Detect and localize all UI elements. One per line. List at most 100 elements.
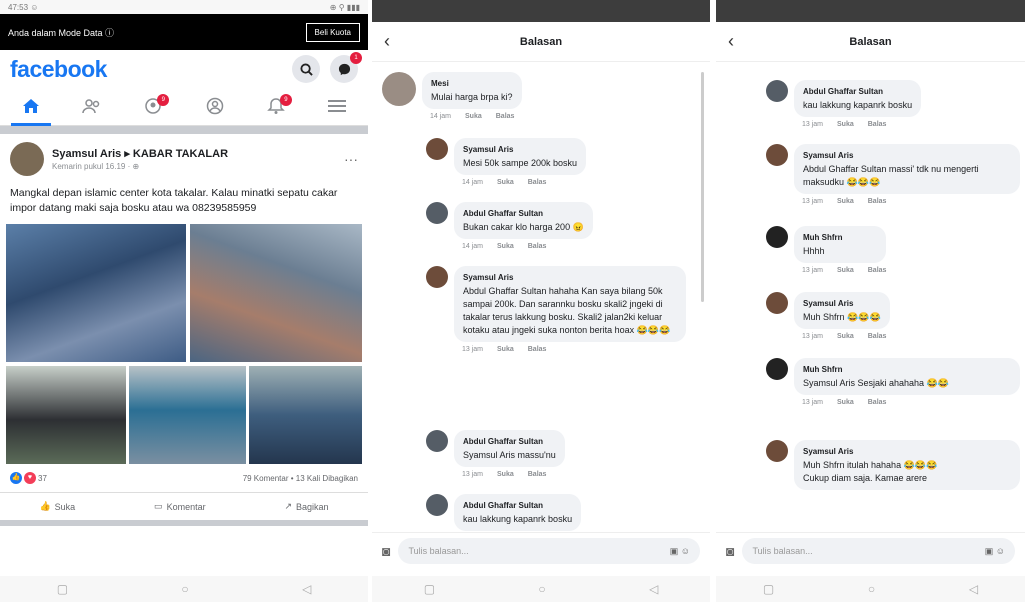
home-circle-icon[interactable]: ○	[538, 582, 545, 596]
comment-bubble[interactable]: Mesi Mulai harga brpa ki?	[422, 72, 522, 109]
avatar[interactable]	[426, 430, 448, 452]
buy-quota-button[interactable]: Beli Kuota	[305, 22, 360, 42]
reply-link[interactable]: Balas	[528, 471, 547, 478]
like-link[interactable]: Suka	[497, 346, 514, 353]
reply-link[interactable]: Balas	[868, 198, 887, 205]
search-icon[interactable]	[292, 55, 320, 83]
comment-author[interactable]: Syamsul Aris	[463, 143, 577, 156]
comment-author[interactable]: Syamsul Aris	[803, 297, 881, 310]
comment-author[interactable]: Syamsul Aris	[803, 149, 1011, 162]
reply-input[interactable]: Tulis balasan... ▣ ☺	[398, 537, 700, 564]
photo-4[interactable]	[129, 366, 246, 464]
reply-input[interactable]: Tulis balasan... ▣ ☺	[742, 537, 1015, 564]
comment-bubble[interactable]: Abdul Ghaffar Sultan kau lakkung kapanrk…	[454, 494, 582, 531]
comment-bubble[interactable]: Abdul Ghaffar Sultan Syamsul Aris massu'…	[454, 430, 565, 467]
recent-apps-icon[interactable]: ▢	[763, 582, 774, 596]
comment-bubble[interactable]: Syamsul Aris Abdul Ghaffar Sultan massi'…	[794, 144, 1020, 194]
photo-5[interactable]	[249, 366, 362, 464]
like-link[interactable]: Suka	[497, 179, 514, 186]
tab-home[interactable]	[10, 88, 51, 126]
avatar[interactable]	[766, 80, 788, 102]
reply-link[interactable]: Balas	[528, 179, 547, 186]
camera-icon[interactable]: ◙	[726, 543, 734, 559]
avatar[interactable]	[766, 440, 788, 462]
avatar[interactable]	[382, 72, 416, 106]
reply-link[interactable]: Balas	[868, 399, 887, 406]
comment-bubble[interactable]: Abdul Ghaffar Sultan kau lakkung kapanrk…	[794, 80, 922, 117]
recent-apps-icon[interactable]: ▢	[57, 582, 68, 596]
messenger-icon[interactable]: 1	[330, 52, 362, 83]
back-arrow-icon[interactable]: ‹	[728, 31, 758, 52]
comment-author[interactable]: Abdul Ghaffar Sultan	[463, 435, 556, 448]
tab-profile[interactable]	[195, 88, 235, 126]
home-circle-icon[interactable]: ○	[181, 582, 188, 596]
reply-link[interactable]: Balas	[528, 243, 547, 250]
camera-icon[interactable]: ◙	[382, 543, 390, 559]
gif-sticker-icons[interactable]: ▣ ☺	[670, 538, 690, 564]
scrollbar[interactable]	[701, 72, 704, 302]
tab-friends[interactable]	[72, 88, 112, 126]
avatar[interactable]	[426, 202, 448, 224]
like-link[interactable]: Suka	[837, 399, 854, 406]
avatar[interactable]	[426, 138, 448, 160]
avatar[interactable]	[766, 226, 788, 248]
reply-link[interactable]: Balas	[868, 333, 887, 340]
comment-author[interactable]: Muh Shfrn	[803, 231, 877, 244]
replies-screen-1: ‹ Balasan Mesi Mulai harga brpa ki? 14 j…	[372, 0, 710, 602]
like-link[interactable]: Suka	[837, 333, 854, 340]
back-triangle-icon[interactable]: ◁	[302, 582, 311, 596]
back-triangle-icon[interactable]: ◁	[969, 582, 978, 596]
comment-button[interactable]: ▭ Komentar	[154, 501, 206, 512]
reply-link[interactable]: Balas	[528, 346, 547, 353]
comment-time: 14 jam	[430, 113, 452, 120]
photo-3[interactable]	[6, 366, 126, 464]
like-link[interactable]: Suka	[837, 121, 854, 128]
like-link[interactable]: Suka	[837, 198, 854, 205]
comment-bubble[interactable]: Muh Shfrn Syamsul Aris Sesjaki ahahaha 😂…	[794, 358, 1020, 395]
comment-bubble[interactable]: Abdul Ghaffar Sultan Bukan cakar klo har…	[454, 202, 593, 239]
like-link[interactable]: Suka	[837, 267, 854, 274]
back-triangle-icon[interactable]: ◁	[649, 582, 658, 596]
comment-author[interactable]: Abdul Ghaffar Sultan	[463, 207, 584, 220]
comment-time: 13 jam	[802, 399, 824, 406]
back-arrow-icon[interactable]: ‹	[384, 31, 414, 52]
avatar[interactable]	[426, 266, 448, 288]
comment-author[interactable]: Syamsul Aris	[803, 445, 1011, 458]
more-options-icon[interactable]: ···	[344, 151, 358, 167]
comment-bubble[interactable]: Syamsul Aris Abdul Ghaffar Sultan hahaha…	[454, 266, 686, 342]
tab-groups[interactable]: 9	[133, 88, 173, 126]
home-circle-icon[interactable]: ○	[868, 582, 875, 596]
avatar[interactable]	[10, 142, 44, 176]
avatar[interactable]	[766, 292, 788, 314]
share-button[interactable]: ↗ Bagikan	[284, 501, 328, 512]
avatar[interactable]	[426, 494, 448, 516]
post-stats[interactable]: 79 Komentar • 13 Kali Dibagikan	[243, 474, 358, 483]
comment-author[interactable]: Abdul Ghaffar Sultan	[803, 85, 912, 98]
comment-bubble[interactable]: Muh Shfrn Hhhh	[794, 226, 887, 263]
comment-bubble[interactable]: Syamsul Aris Mesi 50k sampe 200k bosku	[454, 138, 587, 175]
photo-1[interactable]	[6, 224, 186, 362]
comment-bubble[interactable]: Syamsul Aris Muh Shfrn itulah hahaha 😂😂😂…	[794, 440, 1020, 490]
comment-author[interactable]: Muh Shfrn	[803, 363, 1011, 376]
tab-notifications[interactable]: 9	[256, 88, 296, 126]
gif-sticker-icons[interactable]: ▣ ☺	[985, 538, 1005, 564]
reaction-summary[interactable]: 👍 ♥ 37 79 Komentar • 13 Kali Dibagikan	[0, 464, 368, 492]
post-photos[interactable]	[6, 224, 362, 464]
comment-author[interactable]: Mesi	[431, 77, 513, 90]
like-link[interactable]: Suka	[465, 113, 482, 120]
like-link[interactable]: Suka	[497, 243, 514, 250]
comment-author[interactable]: Abdul Ghaffar Sultan	[463, 499, 572, 512]
reply-link[interactable]: Balas	[868, 267, 887, 274]
avatar[interactable]	[766, 144, 788, 166]
post-author[interactable]: Syamsul Aris ▸ KABAR TAKALAR	[52, 147, 336, 160]
reply-link[interactable]: Balas	[868, 121, 887, 128]
like-link[interactable]: Suka	[497, 471, 514, 478]
like-button[interactable]: 👍 Suka	[39, 501, 75, 512]
recent-apps-icon[interactable]: ▢	[424, 582, 435, 596]
photo-2[interactable]	[190, 224, 362, 362]
comment-author[interactable]: Syamsul Aris	[463, 271, 677, 284]
comment-bubble[interactable]: Syamsul Aris Muh Shfrn 😂😂😂	[794, 292, 890, 329]
reply-link[interactable]: Balas	[496, 113, 515, 120]
avatar[interactable]	[766, 358, 788, 380]
tab-menu[interactable]	[317, 88, 357, 126]
